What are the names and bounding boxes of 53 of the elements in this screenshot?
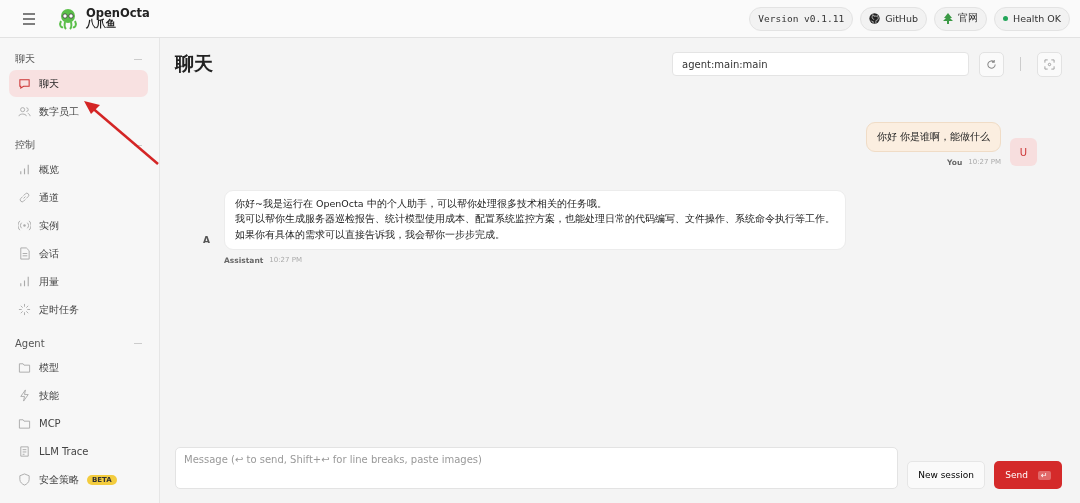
refresh-icon [986,58,997,70]
message-input[interactable]: Message (↩ to send, Shift+↩ for line breaks, paste images) [175,447,899,489]
nav-item[interactable]: MCP [9,410,148,437]
brand-name: OpenOcta [86,7,150,20]
folder-icon [18,361,31,374]
nav-item[interactable]: LLM Trace [9,438,148,465]
github-link[interactable]: GitHub [860,6,928,31]
bar-chart-icon [18,163,31,176]
lightning-icon [18,389,31,402]
nav-item[interactable]: 聊天 [9,70,148,97]
nav-item[interactable]: 定时任务 [9,296,148,323]
nav-item[interactable]: 概览 [9,156,148,183]
status-dot [1003,16,1009,21]
people-icon [18,105,31,118]
nav-item[interactable]: 实例 [9,212,148,239]
nav-item[interactable]: 会话 [9,240,148,267]
session-field[interactable]: agent:main:main [672,52,969,76]
speech-bubble-icon [18,77,31,90]
nav-section-label: 聊天 [15,52,35,66]
bar-chart-icon [18,275,31,288]
send-button[interactable]: Send ↵ [994,461,1062,489]
assistant-message: 你好~我是运行在 OpenOcta 中的个人助手，可以帮你处理很多技术相关的任务哦。 我可以帮你生成服务器巡检报告、统计模型使用成本、配置系统监控方案，也能处理日常的代码编写、文件操作、系统命令执行等工作。 如果你有具体的需求可以直接告诉我，我会帮你一步步完成。 [223,189,846,250]
focus-icon [1044,58,1055,70]
tree-icon [943,13,954,24]
folder-icon [18,417,31,430]
page-title: 聊天 [175,51,214,76]
link-icon [18,191,31,204]
refresh-button[interactable] [979,51,1004,77]
nav-section-label: 控制 [15,138,35,152]
user-message: 你好 你是谁啊，能做什么 [865,122,1001,152]
enter-key-hint: ↵ [1038,470,1051,480]
loader-icon [18,303,31,316]
document-icon [18,247,31,260]
shield-icon [18,473,31,486]
broadcast-icon [18,219,31,232]
nav-item[interactable]: 用量 [9,268,148,295]
version-badge: Version v0.1.11 [749,6,854,31]
menu-icon[interactable] [22,12,36,25]
nav-section-label: Agent [15,337,45,349]
website-link[interactable]: 官网 [934,6,988,31]
new-session-button[interactable]: New session [907,461,985,489]
focus-button[interactable] [1037,51,1062,77]
github-icon [869,13,881,24]
nav-item[interactable]: 通道 [9,184,148,211]
health-status: Health OK [994,6,1070,31]
assistant-avatar: A [203,234,210,245]
nav-item[interactable]: 数字员工 [9,98,148,125]
nav-item[interactable]: 技能 [9,382,148,409]
brand-subtitle: 八爪鱼 [86,19,116,30]
list-document-icon [18,445,31,458]
user-avatar: U [1010,138,1037,166]
octopus-logo-icon [56,6,80,31]
nav-item[interactable]: 模型 [9,354,148,381]
